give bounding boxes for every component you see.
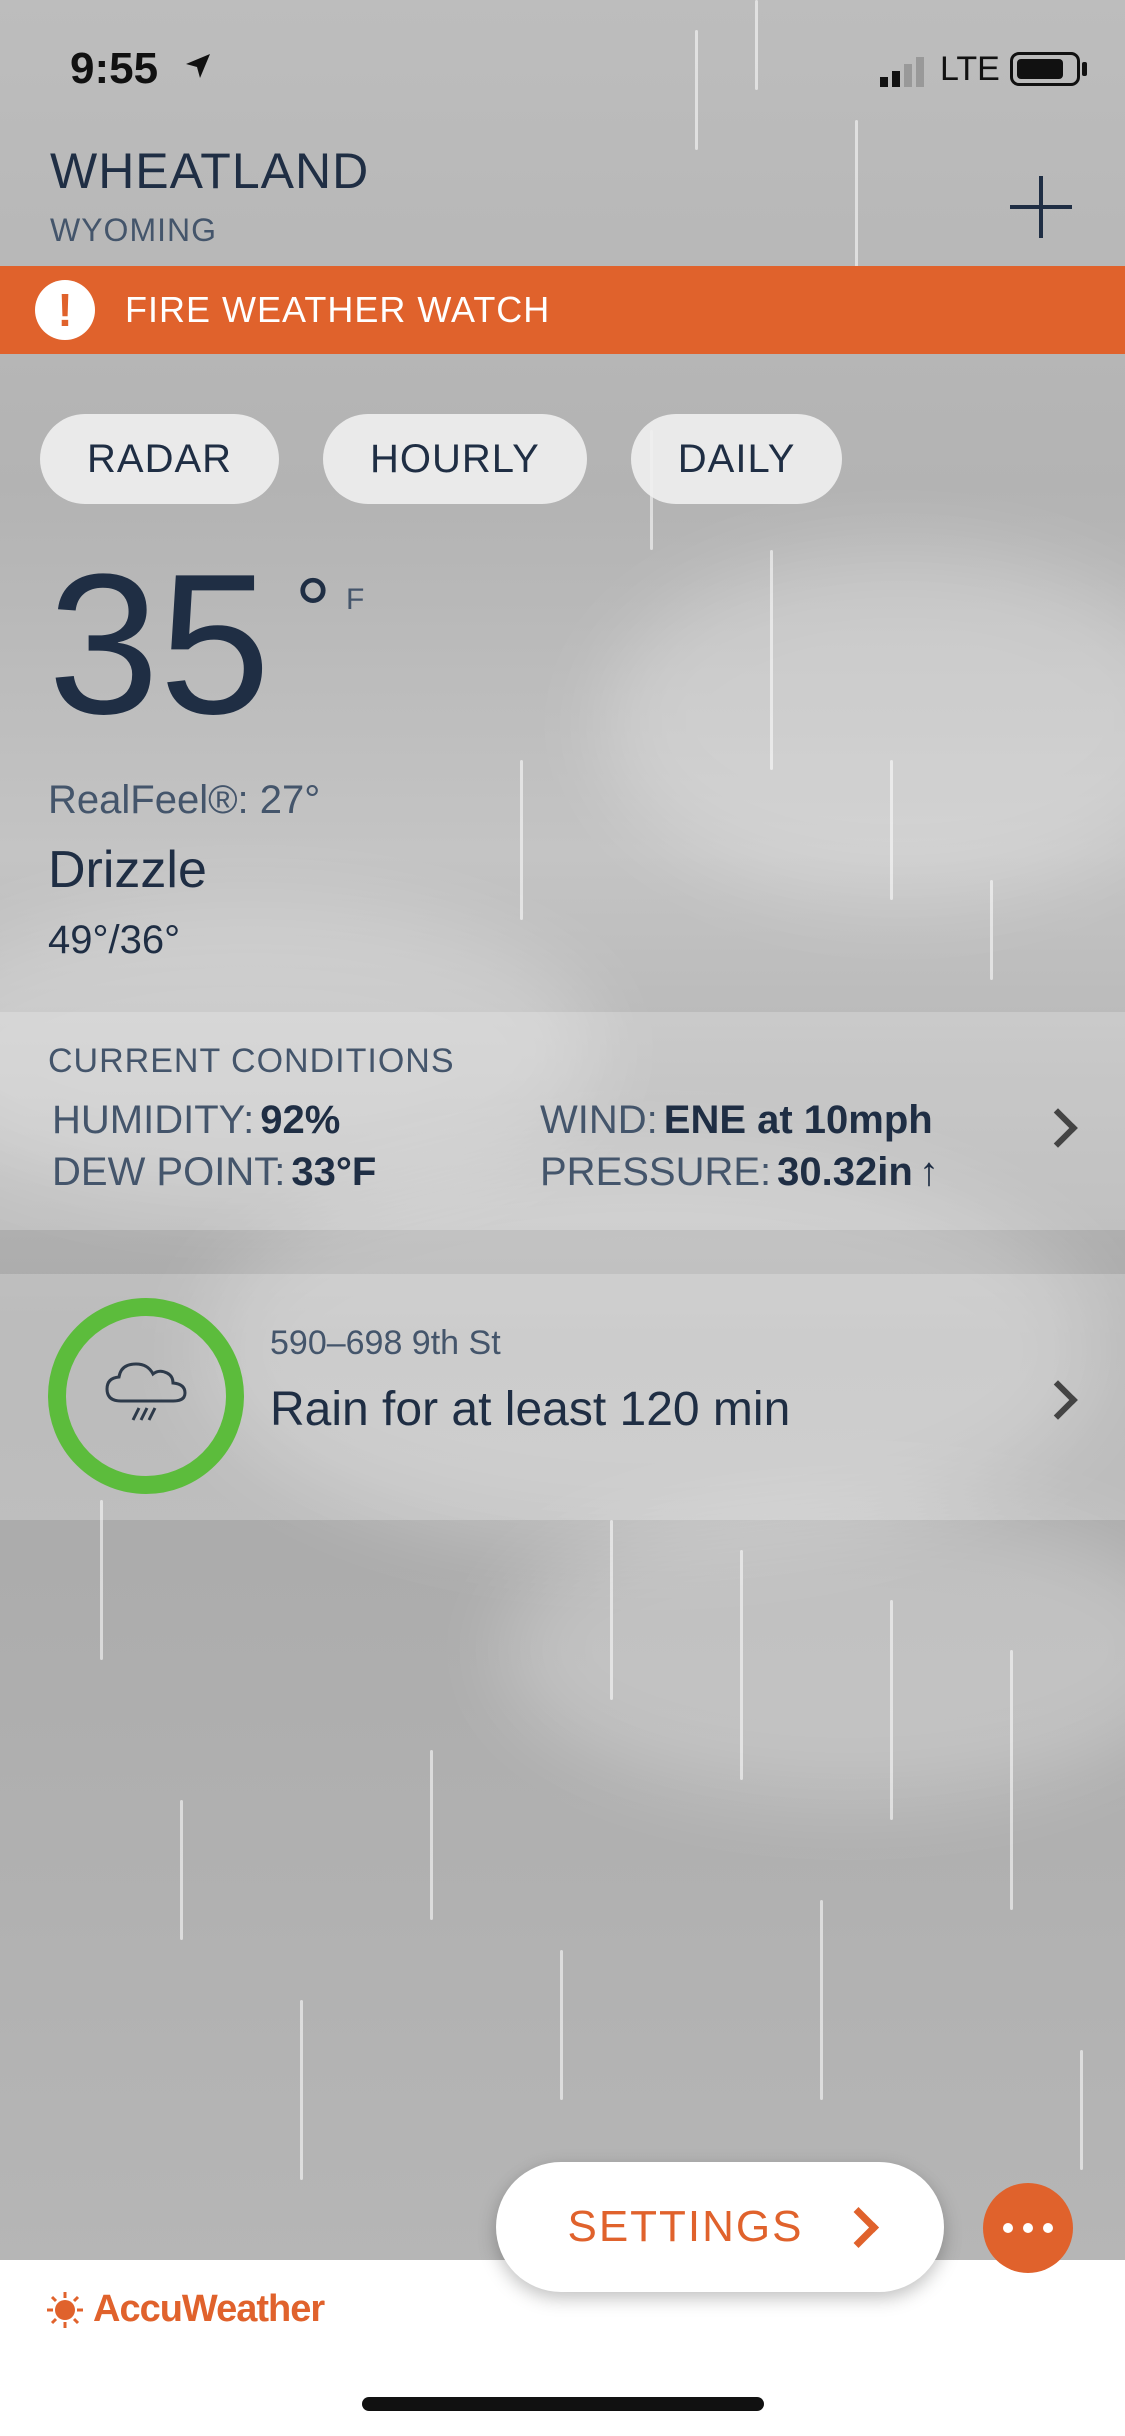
alert-exclamation-icon: ! <box>35 280 95 340</box>
humidity-label: HUMIDITY: <box>52 1098 255 1142</box>
tab-radar[interactable]: RADAR <box>40 414 280 504</box>
pressure-row: PRESSURE: 30.32in ↑ <box>540 1150 939 1195</box>
dewpoint-row: DEW POINT: 33°F <box>52 1150 376 1195</box>
more-options-button[interactable] <box>983 2183 1073 2273</box>
alert-text: FIRE WEATHER WATCH <box>125 289 551 330</box>
temperature-unit: F <box>346 583 365 616</box>
network-type: LTE <box>940 50 1000 88</box>
chevron-right-icon <box>1038 1380 1078 1420</box>
weather-alert-banner[interactable]: ! FIRE WEATHER WATCH <box>0 266 1125 354</box>
status-bar: 9:55 LTE <box>0 0 1125 140</box>
settings-label: SETTINGS <box>567 2202 804 2251</box>
humidity-value: 92% <box>260 1098 341 1142</box>
more-icon-dot <box>1023 2223 1033 2233</box>
location-state: WYOMING <box>50 212 217 248</box>
high-low-temperature: 49°/36° <box>48 918 181 962</box>
wind-label: WIND: <box>540 1098 658 1142</box>
minutecast-panel[interactable]: 590–698 9th St Rain for at least 120 min <box>0 1274 1125 1520</box>
minutecast-address: 590–698 9th St <box>270 1324 501 1362</box>
humidity-row: HUMIDITY: 92% <box>52 1098 340 1143</box>
status-time: 9:55 <box>70 44 159 93</box>
more-icon-dot <box>1043 2223 1053 2233</box>
accuweather-logo[interactable]: AccuWeather <box>45 2288 325 2331</box>
current-conditions-title: CURRENT CONDITIONS <box>48 1042 455 1080</box>
minutecast-ring <box>48 1298 244 1494</box>
rain-cloud-icon <box>105 1362 187 1421</box>
chevron-right-icon <box>1038 1108 1078 1148</box>
dewpoint-value: 33°F <box>291 1150 377 1194</box>
wind-row: WIND: ENE at 10mph <box>540 1098 933 1143</box>
current-conditions-panel[interactable]: CURRENT CONDITIONS HUMIDITY: 92% DEW POIN… <box>0 1012 1125 1230</box>
signal-icon <box>880 57 924 87</box>
add-location-button[interactable] <box>1010 176 1072 238</box>
logo-text: AccuWeather <box>93 2288 325 2330</box>
location-arrow-icon <box>186 54 210 78</box>
wind-value: ENE at 10mph <box>663 1098 933 1142</box>
current-temperature: 35 <box>48 533 271 756</box>
battery-icon <box>1010 52 1080 86</box>
sun-logo-icon <box>47 2291 83 2328</box>
realfeel-temperature: RealFeel®: 27° <box>48 778 321 822</box>
more-icon <box>1003 2223 1013 2233</box>
dewpoint-label: DEW POINT: <box>52 1150 286 1194</box>
forecast-tabs: RADAR HOURLY DAILY <box>40 414 843 504</box>
location-city[interactable]: WHEATLAND <box>50 142 369 200</box>
home-indicator[interactable] <box>362 2397 764 2411</box>
weather-condition: Drizzle <box>48 841 207 899</box>
tab-hourly[interactable]: HOURLY <box>323 414 587 504</box>
battery-cap <box>1082 62 1087 76</box>
pressure-label: PRESSURE: <box>540 1150 772 1194</box>
chevron-right-icon <box>837 2206 879 2248</box>
degree-symbol: ° <box>295 561 331 661</box>
pressure-value: 30.32in <box>777 1150 913 1194</box>
tab-daily[interactable]: DAILY <box>630 414 843 504</box>
settings-button[interactable]: SETTINGS <box>496 2162 944 2292</box>
pressure-rising-icon: ↑ <box>918 1150 939 1194</box>
minutecast-summary: Rain for at least 120 min <box>270 1383 791 1436</box>
